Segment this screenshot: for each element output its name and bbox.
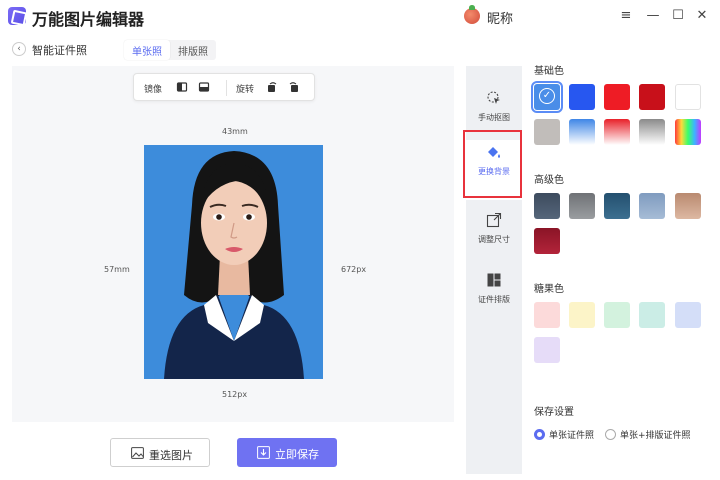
sidebar-item-label: 手动抠图 [478,113,510,122]
photo-height-px: 672px [341,265,367,274]
reselect-image-button[interactable]: 重选图片 [110,438,210,467]
color-swatch-gradient-blue[interactable] [569,119,595,145]
save-now-button[interactable]: 立即保存 [237,438,337,467]
rotate-label: 旋转 [236,85,255,95]
radio-selected[interactable] [534,429,545,440]
sidebar-item-id-layout[interactable]: 证件排版 [466,268,522,328]
color-swatch-slate[interactable] [534,193,560,219]
color-swatch-dark-red[interactable] [639,84,665,110]
highlight-annotation-box [463,130,522,198]
grid-layout-icon [487,273,501,287]
color-swatch-candy-mint[interactable] [639,302,665,328]
minimize-icon[interactable]: — [643,6,663,26]
sidebar-item-label: 证件排版 [478,295,510,304]
color-swatch-tan[interactable] [675,193,701,219]
color-swatch-candy-green[interactable] [604,302,630,328]
cursor-click-icon [487,91,500,104]
save-option-label: 单张证件照 [549,431,595,441]
photo-width-mm: 43mm [222,127,248,136]
rotate-left-icon[interactable] [266,81,278,93]
sidebar-item-label: 调整尺寸 [478,235,510,244]
color-swatch-candy-lavender[interactable] [534,337,560,363]
color-swatch-candy-pink[interactable] [534,302,560,328]
color-swatch-crimson[interactable] [534,228,560,254]
color-swatch-steel[interactable] [569,193,595,219]
maximize-icon[interactable]: ☐ [668,6,688,26]
color-swatch-gray[interactable] [534,119,560,145]
save-option-label: 单张+排版证件照 [620,431,691,441]
resize-icon [486,212,502,228]
menu-icon[interactable]: ≡ [616,6,636,26]
mirror-label: 镜像 [144,85,163,95]
title-bar: 万能图片编辑器 昵称 ≡ — ☐ ✕ [0,0,720,34]
candy-colors-title: 糖果色 [534,284,564,295]
app-window: 万能图片编辑器 昵称 ≡ — ☐ ✕ ‹ 智能证件照 单张照 排版照 镜像 旋转 [0,0,720,480]
app-logo-icon [8,7,26,25]
save-option-single[interactable]: 单张证件照 [534,428,604,442]
photo-height-mm: 57mm [104,265,130,274]
color-swatch-gradient-red[interactable] [604,119,630,145]
save-now-label: 立即保存 [275,448,319,461]
reselect-image-label: 重选图片 [149,449,193,462]
user-avatar-icon[interactable] [464,5,480,24]
page-title: 智能证件照 [32,44,87,57]
tab-single-photo[interactable]: 单张照 [124,40,170,60]
image-icon [131,447,144,459]
back-arrow-icon[interactable]: ‹ [12,42,26,56]
toolbar-divider [226,80,227,96]
color-swatch-rainbow[interactable] [675,119,701,145]
photo-width-px: 512px [222,390,248,399]
color-swatch-red[interactable] [604,84,630,110]
mirror-horizontal-icon[interactable] [176,81,188,93]
color-swatch-candy-blue[interactable] [675,302,701,328]
color-swatch-gradient-gray[interactable] [639,119,665,145]
save-settings-title: 保存设置 [534,407,574,418]
color-swatch-white[interactable] [675,84,701,110]
mode-tabs: 单张照 排版照 [124,40,216,60]
color-swatch-sky-gray[interactable] [639,193,665,219]
mirror-vertical-icon[interactable] [198,81,210,93]
close-icon[interactable]: ✕ [692,6,712,26]
rotate-right-icon[interactable] [288,81,300,93]
tab-layout-photo[interactable]: 排版照 [170,40,216,60]
save-download-icon [257,446,270,459]
advanced-colors-title: 高级色 [534,175,564,186]
portrait-image [144,145,323,379]
sidebar-item-resize[interactable]: 调整尺寸 [466,208,522,268]
color-swatch-teal-blue[interactable] [604,193,630,219]
function-sidebar: 手动抠图 更换背景 调整尺寸 证件排版 [466,66,522,474]
id-photo-preview[interactable] [144,145,323,379]
radio-unselected[interactable] [605,429,616,440]
color-swatch-candy-yellow[interactable] [569,302,595,328]
image-toolbar: 镜像 旋转 [133,73,315,101]
color-swatch-blue-light[interactable] [531,81,563,113]
basic-colors-title: 基础色 [534,66,564,77]
save-option-single-and-layout[interactable]: 单张+排版证件照 [605,428,705,442]
color-swatch-blue[interactable] [569,84,595,110]
user-nickname[interactable]: 昵称 [487,8,513,27]
app-title: 万能图片编辑器 [32,10,145,29]
